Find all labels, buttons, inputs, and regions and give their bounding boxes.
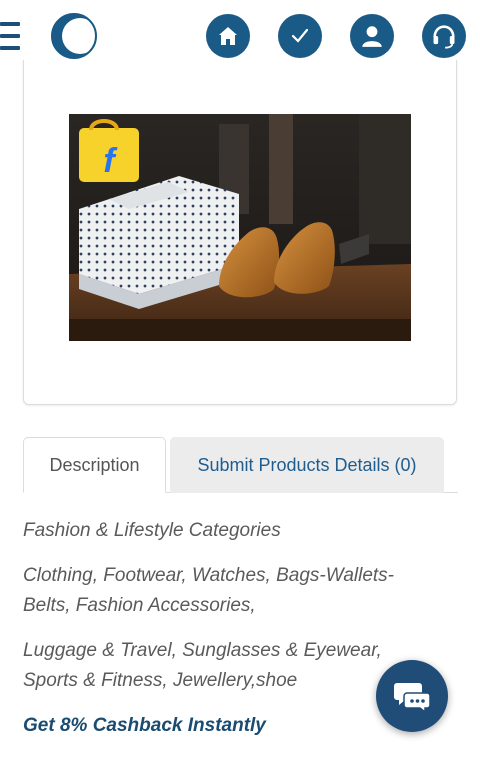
tab-description[interactable]: Description bbox=[23, 437, 166, 493]
user-icon bbox=[362, 26, 382, 47]
tab-submit-products-details[interactable]: Submit Products Details (0) bbox=[170, 437, 444, 493]
crescent-logo-icon[interactable] bbox=[50, 12, 98, 60]
chat-bubbles-icon bbox=[394, 683, 431, 713]
hamburger-menu-icon[interactable] bbox=[0, 22, 20, 50]
home-button[interactable] bbox=[206, 14, 250, 58]
support-button[interactable] bbox=[422, 14, 466, 58]
check-icon bbox=[291, 28, 309, 43]
cashback-offer-text: Get 8% Cashback Instantly bbox=[23, 715, 266, 736]
description-heading: Fashion & Lifestyle Categories bbox=[23, 520, 281, 541]
description-categories-2: Luggage & Travel, Sunglasses & Eyewear, … bbox=[23, 640, 382, 691]
chat-button[interactable] bbox=[376, 660, 448, 732]
product-photo-shirts-and-shoes: f bbox=[69, 114, 411, 341]
profile-button[interactable] bbox=[350, 14, 394, 58]
home-icon bbox=[219, 27, 237, 45]
headset-icon bbox=[433, 25, 455, 49]
description-categories-1: Clothing, Footwear, Watches, Bags-Wallet… bbox=[23, 565, 395, 616]
orders-check-button[interactable] bbox=[278, 14, 322, 58]
